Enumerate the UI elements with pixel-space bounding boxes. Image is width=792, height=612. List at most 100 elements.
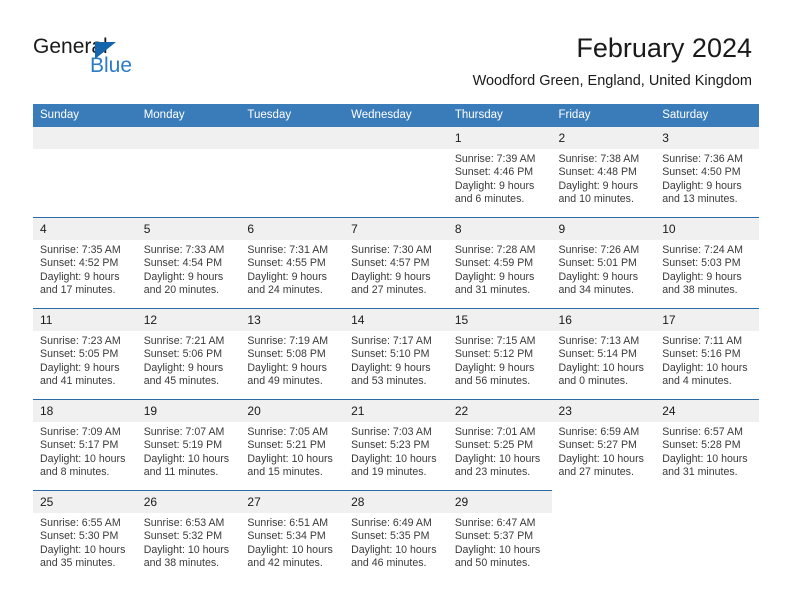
calendar-header-row: Sunday Monday Tuesday Wednesday Thursday Frid… xyxy=(33,104,759,127)
calendar-day-cell[interactable]: 25 Sunrise: 6:55 AM Sunset: 5:30 PM Dayligh… xyxy=(33,490,137,581)
sun-times: Sunrise: 7:38 AM Sunset: 4:48 PM Daylight:… xyxy=(552,149,656,207)
day-box: 17 Sunrise: 7:11 AM Sunset: 5:16 PM Dayligh… xyxy=(655,309,759,399)
calendar-day-cell[interactable]: 7 Sunrise: 7:30 AM Sunset: 4:57 PM Daylight… xyxy=(344,217,448,309)
calendar-day-cell[interactable]: 9 Sunrise: 7:26 AM Sunset: 5:01 PM Daylight… xyxy=(551,217,656,309)
sun-times-line: and 42 minutes. xyxy=(247,557,323,570)
sun-times-line: Daylight: 9 hours xyxy=(558,179,639,192)
calendar-day-cell[interactable]: 11 Sunrise: 7:23 AM Sunset: 5:05 PM Dayligh… xyxy=(33,308,137,400)
calendar-day-cell[interactable]: 8 Sunrise: 7:28 AM Sunset: 4:59 PM Daylight… xyxy=(447,217,552,309)
sun-times-line: and 11 minutes. xyxy=(143,466,219,479)
sun-times-line: Daylight: 9 hours xyxy=(454,270,535,283)
sun-times: Sunrise: 7:09 AM Sunset: 5:17 PM Daylight:… xyxy=(33,422,137,480)
day-box: 15 Sunrise: 7:15 AM Sunset: 5:12 PM Dayligh… xyxy=(447,309,552,399)
calendar-day-cell[interactable]: 15 Sunrise: 7:15 AM Sunset: 5:12 PM Dayligh… xyxy=(447,308,552,400)
sun-times-line: and 20 minutes. xyxy=(143,284,220,297)
sun-times-line: Sunset: 5:19 PM xyxy=(143,439,223,452)
calendar-day-cell[interactable]: 20 Sunrise: 7:05 AM Sunset: 5:21 PM Dayligh… xyxy=(240,399,345,491)
day-number xyxy=(136,127,241,149)
sun-times: Sunrise: 7:03 AM Sunset: 5:23 PM Daylight:… xyxy=(344,422,448,480)
day-number: 2 xyxy=(551,127,656,149)
weekday-header-thursday: Thursday xyxy=(447,104,552,127)
day-box: 12 Sunrise: 7:21 AM Sunset: 5:06 PM Dayligh… xyxy=(136,309,241,399)
calendar-day-cell[interactable]: 10 Sunrise: 7:24 AM Sunset: 5:03 PM Dayligh… xyxy=(655,217,759,309)
weekday-header-saturday: Saturday xyxy=(655,104,759,127)
sun-times-line: Sunrise: 7:05 AM xyxy=(247,426,329,438)
sun-times-line: Sunrise: 7:24 AM xyxy=(662,244,743,256)
sun-times-line: Sunrise: 7:01 AM xyxy=(454,426,536,438)
day-number: 20 xyxy=(240,400,345,422)
sun-times-line: Sunset: 5:25 PM xyxy=(454,439,534,452)
sun-times-line: Sunset: 4:52 PM xyxy=(40,257,119,270)
sun-times-line: and 46 minutes. xyxy=(351,557,427,570)
sun-times-line: and 19 minutes. xyxy=(351,466,427,479)
sun-times-line: and 31 minutes. xyxy=(662,466,738,479)
calendar-day-cell[interactable]: 2 Sunrise: 7:38 AM Sunset: 4:48 PM Daylight… xyxy=(551,127,656,218)
calendar-day-cell[interactable]: 27 Sunrise: 6:51 AM Sunset: 5:34 PM Dayligh… xyxy=(240,490,345,581)
calendar-day-cell[interactable]: 24 Sunrise: 6:57 AM Sunset: 5:28 PM Dayligh… xyxy=(655,399,759,491)
day-number: 29 xyxy=(447,491,552,513)
sun-times-line: and 10 minutes. xyxy=(558,193,634,206)
day-number xyxy=(240,127,345,149)
sun-times-line: Sunset: 4:57 PM xyxy=(351,257,430,270)
sun-times-line: Sunset: 5:08 PM xyxy=(247,348,326,361)
sun-times: Sunrise: 6:59 AM Sunset: 5:27 PM Daylight:… xyxy=(552,422,656,480)
day-box: 25 Sunrise: 6:55 AM Sunset: 5:30 PM Dayligh… xyxy=(33,491,137,581)
day-box: 28 Sunrise: 6:49 AM Sunset: 5:35 PM Dayligh… xyxy=(344,491,448,581)
calendar-day-cell[interactable]: 12 Sunrise: 7:21 AM Sunset: 5:06 PM Dayligh… xyxy=(136,308,241,400)
day-number: 26 xyxy=(136,491,241,513)
day-number xyxy=(344,127,448,149)
calendar-day-cell[interactable]: 14 Sunrise: 7:17 AM Sunset: 5:10 PM Dayligh… xyxy=(344,308,448,400)
day-box: 14 Sunrise: 7:17 AM Sunset: 5:10 PM Dayligh… xyxy=(344,309,448,399)
sun-times-line: Daylight: 9 hours xyxy=(662,270,742,283)
sun-times: Sunrise: 7:21 AM Sunset: 5:06 PM Daylight:… xyxy=(137,331,241,389)
sun-times-line: Daylight: 10 hours xyxy=(351,452,437,465)
sun-times-line: and 49 minutes. xyxy=(247,375,323,388)
day-number: 1 xyxy=(447,127,552,149)
sun-times-line: Sunrise: 7:38 AM xyxy=(558,153,640,165)
calendar-day-cell[interactable]: 26 Sunrise: 6:53 AM Sunset: 5:32 PM Dayligh… xyxy=(136,490,241,581)
sun-times-line: Daylight: 10 hours xyxy=(247,452,333,465)
day-number: 24 xyxy=(655,400,759,422)
calendar-week-row: 18 Sunrise: 7:09 AM Sunset: 5:17 PM Dayligh… xyxy=(33,399,759,491)
calendar-day-cell[interactable]: 6 Sunrise: 7:31 AM Sunset: 4:55 PM Daylight… xyxy=(240,217,345,309)
sun-times: Sunrise: 7:07 AM Sunset: 5:19 PM Daylight:… xyxy=(137,422,241,480)
sun-times-line: Sunset: 4:54 PM xyxy=(143,257,223,270)
sun-times-line: Sunrise: 7:21 AM xyxy=(143,335,225,347)
calendar-day-cell[interactable]: 4 Sunrise: 7:35 AM Sunset: 4:52 PM Daylight… xyxy=(33,217,137,309)
calendar-week-row: 25 Sunrise: 6:55 AM Sunset: 5:30 PM Dayligh… xyxy=(33,490,759,581)
sun-times-line: Daylight: 10 hours xyxy=(143,543,230,556)
sun-times-line: and 17 minutes. xyxy=(40,284,116,297)
calendar-day-cell[interactable]: 23 Sunrise: 6:59 AM Sunset: 5:27 PM Dayligh… xyxy=(551,399,656,491)
sun-times-line: Daylight: 10 hours xyxy=(558,452,644,465)
calendar-day-cell[interactable]: 22 Sunrise: 7:01 AM Sunset: 5:25 PM Dayligh… xyxy=(447,399,552,491)
sun-times-line: Daylight: 10 hours xyxy=(662,361,748,374)
calendar-day-cell[interactable]: 16 Sunrise: 7:13 AM Sunset: 5:14 PM Dayligh… xyxy=(551,308,656,400)
sun-times-line: Sunset: 4:55 PM xyxy=(247,257,326,270)
sun-times-line: and 8 minutes. xyxy=(40,466,110,479)
calendar-day-cell[interactable]: 13 Sunrise: 7:19 AM Sunset: 5:08 PM Dayligh… xyxy=(240,308,345,400)
sun-times-line: Sunrise: 6:47 AM xyxy=(454,517,536,529)
sun-times: Sunrise: 6:47 AM Sunset: 5:37 PM Daylight:… xyxy=(448,513,552,571)
calendar-week-row: 1 Sunrise: 7:39 AM Sunset: 4:46 PM Daylight… xyxy=(33,127,759,218)
weekday-header-row: Sunday Monday Tuesday Wednesday Thursday Frid… xyxy=(33,104,759,127)
calendar-day-cell[interactable]: 1 Sunrise: 7:39 AM Sunset: 4:46 PM Daylight… xyxy=(447,127,552,218)
calendar-day-cell[interactable]: 21 Sunrise: 7:03 AM Sunset: 5:23 PM Dayligh… xyxy=(344,399,448,491)
calendar-day-cell[interactable]: 18 Sunrise: 7:09 AM Sunset: 5:17 PM Dayligh… xyxy=(33,399,137,491)
sun-times-line: and 24 minutes. xyxy=(247,284,323,297)
sun-times-line: Sunrise: 7:33 AM xyxy=(143,244,225,256)
calendar-day-cell[interactable]: 3 Sunrise: 7:36 AM Sunset: 4:50 PM Daylight… xyxy=(655,127,759,218)
calendar-day-cell[interactable]: 17 Sunrise: 7:11 AM Sunset: 5:16 PM Dayligh… xyxy=(655,308,759,400)
calendar-day-cell[interactable]: 5 Sunrise: 7:33 AM Sunset: 4:54 PM Daylight… xyxy=(136,217,241,309)
sun-times-line: Sunset: 5:23 PM xyxy=(351,439,430,452)
sun-times-line: Sunset: 5:30 PM xyxy=(40,530,119,543)
weekday-header-wednesday: Wednesday xyxy=(344,104,448,127)
sun-times-line: and 15 minutes. xyxy=(247,466,323,479)
sun-times-line: Daylight: 9 hours xyxy=(247,270,327,283)
sun-times: Sunrise: 7:33 AM Sunset: 4:54 PM Daylight:… xyxy=(137,240,241,298)
calendar-day-cell[interactable]: 19 Sunrise: 7:07 AM Sunset: 5:19 PM Dayligh… xyxy=(136,399,241,491)
calendar-day-cell[interactable]: 29 Sunrise: 6:47 AM Sunset: 5:37 PM Dayligh… xyxy=(447,490,552,581)
calendar-day-cell[interactable]: 28 Sunrise: 6:49 AM Sunset: 5:35 PM Dayligh… xyxy=(344,490,448,581)
sun-times: Sunrise: 7:01 AM Sunset: 5:25 PM Daylight:… xyxy=(448,422,552,480)
sun-times: Sunrise: 6:49 AM Sunset: 5:35 PM Daylight:… xyxy=(344,513,448,571)
sun-times-line: and 50 minutes. xyxy=(454,557,531,570)
